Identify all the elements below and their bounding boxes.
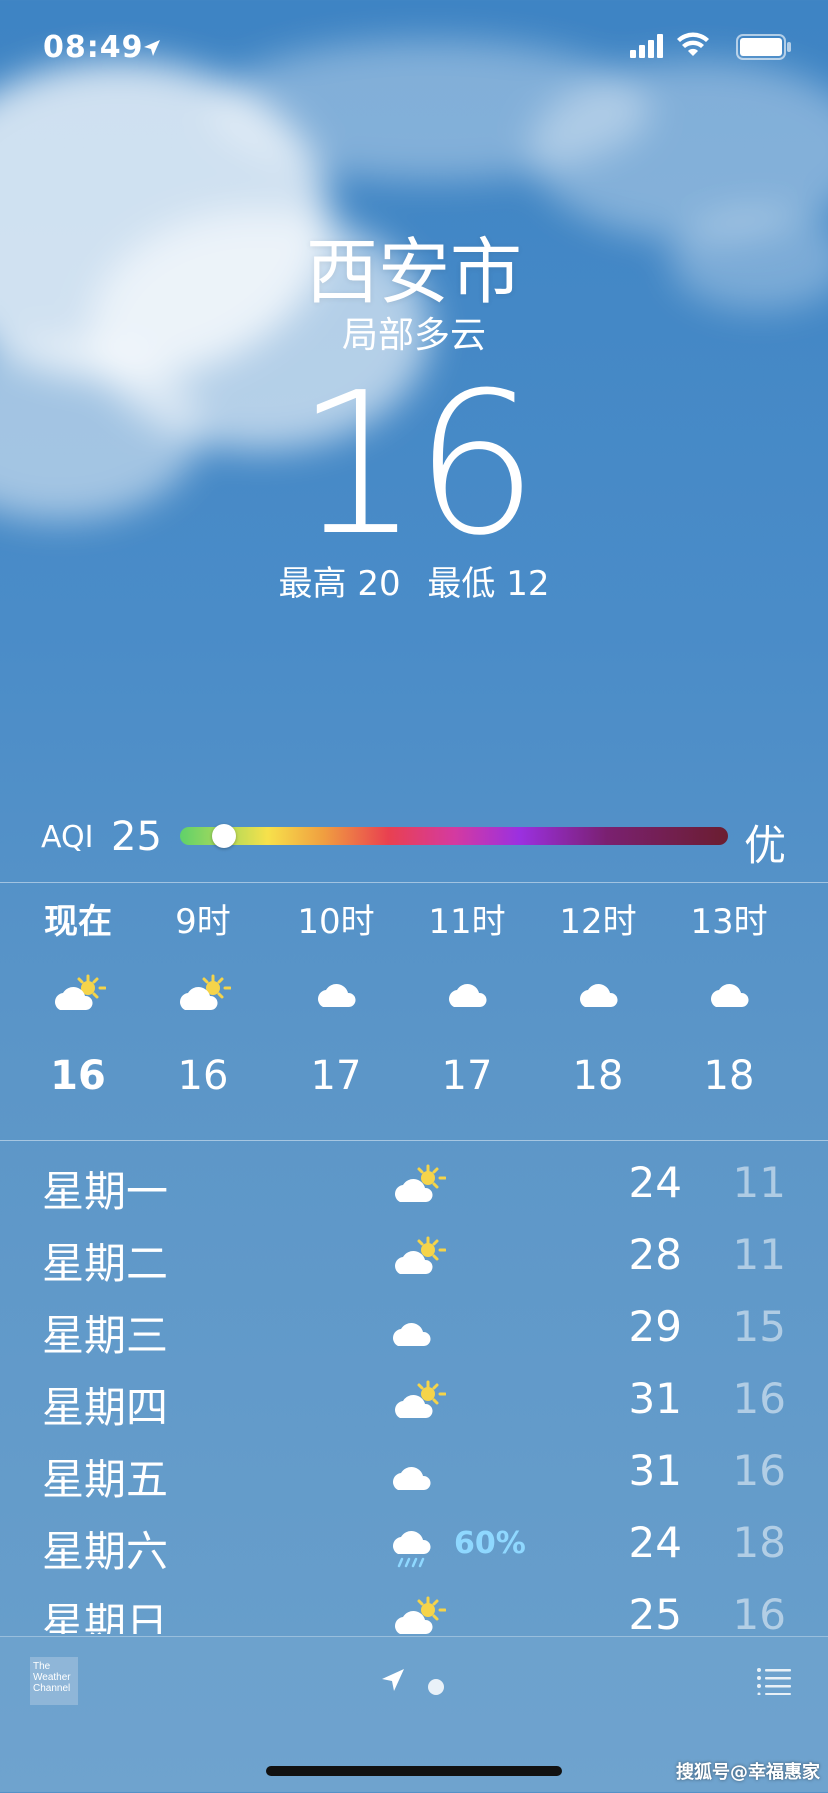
cloud-icon (711, 984, 749, 1007)
day-row: 星期四 31 16 (0, 1366, 828, 1438)
aqi-scale-bar (180, 827, 728, 845)
page-indicator-dot[interactable] (428, 1679, 444, 1695)
hourly-forecast[interactable]: 现在 16 9时 16 10时 17 11时 17 12时 18 13时 18 (0, 882, 828, 1140)
day-name: 星期六 (42, 1527, 169, 1576)
day-high: 29 (628, 1302, 682, 1351)
day-high: 28 (628, 1230, 682, 1279)
hour-label: 11时 (428, 902, 506, 942)
day-name: 星期一 (42, 1167, 169, 1216)
battery-icon (736, 34, 791, 60)
aqi-category: 优 (744, 821, 787, 870)
cellular-signal-icon (630, 34, 663, 58)
city-name: 西安市 (305, 230, 522, 314)
current-temperature: 16 (295, 351, 538, 579)
day-name: 星期日 (42, 1599, 169, 1634)
current-location-icon[interactable] (380, 1667, 406, 1693)
day-name: 星期五 (42, 1455, 169, 1504)
hour-item: 13时 18 (664, 882, 794, 1126)
day-high: 24 (628, 1158, 682, 1207)
hour-label: 10时 (297, 902, 375, 942)
day-row: 星期一 24 11 (0, 1150, 828, 1222)
day-row: 星期二 28 11 (0, 1222, 828, 1294)
logo-text: The Weather Channel (33, 1661, 71, 1694)
hour-item: 10时 17 (271, 882, 401, 1126)
cloud-icon (449, 984, 487, 1007)
hour-temp: 18 (703, 1053, 755, 1099)
hour-label: 现在 (44, 902, 112, 942)
hour-label: 12时 (559, 902, 637, 942)
day-low: 18 (732, 1518, 786, 1567)
day-row: 星期日 25 16 (0, 1582, 828, 1634)
status-time: 08:49 (43, 30, 144, 65)
status-bar: 08:49 (0, 0, 828, 100)
partly-sunny-icon (395, 1596, 446, 1634)
partly-sunny-icon (395, 1164, 446, 1202)
cloud-icon (318, 984, 356, 1007)
daily-forecast[interactable]: 星期一 24 11 星期二 28 11 星期三 29 15 星期四 31 16 … (0, 1150, 828, 1634)
aqi-label: AQI (41, 820, 94, 855)
day-row: 星期六 60% 24 18 (0, 1510, 828, 1582)
day-low: 15 (732, 1302, 786, 1351)
home-indicator[interactable] (266, 1766, 562, 1776)
day-low: 16 (732, 1446, 786, 1495)
day-low: 11 (732, 1158, 786, 1207)
aqi-indicator (211, 824, 236, 848)
day-row: 星期五 31 16 (0, 1438, 828, 1510)
day-row: 星期三 29 15 (0, 1294, 828, 1366)
hour-temp: 16 (177, 1053, 229, 1099)
day-name: 星期二 (42, 1239, 169, 1288)
day-low: 16 (732, 1590, 786, 1634)
day-name: 星期三 (42, 1311, 169, 1360)
day-high: 24 (628, 1518, 682, 1567)
day-low: 11 (732, 1230, 786, 1279)
hour-label: 13时 (690, 902, 768, 942)
hour-label: 9时 (175, 902, 231, 942)
wifi-icon (677, 32, 709, 56)
partly-sunny-icon (180, 974, 231, 1010)
list-icon[interactable] (756, 1667, 792, 1695)
watermark: 搜狐号@幸福惠家 (676, 1762, 820, 1783)
hour-item: 9时 16 (138, 882, 268, 1126)
hour-temp: 17 (310, 1053, 362, 1099)
partly-sunny-icon (395, 1380, 446, 1418)
cloud-icon (393, 1467, 431, 1490)
weather-channel-logo[interactable]: The Weather Channel (30, 1657, 78, 1705)
day-name: 星期四 (42, 1383, 169, 1432)
aqi-row[interactable]: AQI 25 优 (0, 812, 828, 870)
hour-item: 11时 17 (402, 882, 532, 1126)
hour-item: 现在 16 (13, 882, 143, 1126)
hour-temp: 17 (441, 1053, 493, 1099)
day-high: 31 (628, 1446, 682, 1495)
high-low: 最高 20 最低 12 (0, 562, 828, 606)
rain-icon (393, 1531, 431, 1568)
partly-sunny-icon (395, 1236, 446, 1274)
high-temp: 最高 20 (278, 564, 401, 604)
day-low: 16 (732, 1374, 786, 1423)
low-temp: 最低 12 (427, 564, 550, 604)
partly-sunny-icon (55, 974, 106, 1010)
aqi-value: 25 (111, 814, 162, 860)
hour-temp: 18 (572, 1053, 624, 1099)
hour-temp: 16 (50, 1053, 106, 1099)
precip-chance: 60% (454, 1526, 526, 1561)
day-high: 25 (628, 1590, 682, 1634)
divider (0, 1140, 828, 1141)
hour-item: 12时 18 (533, 882, 663, 1126)
day-high: 31 (628, 1374, 682, 1423)
location-arrow-icon (144, 40, 160, 56)
current-weather: 西安市 局部多云 16 最高 20 最低 12 (0, 230, 828, 606)
cloud-icon (580, 984, 618, 1007)
cloud-icon (393, 1323, 431, 1346)
